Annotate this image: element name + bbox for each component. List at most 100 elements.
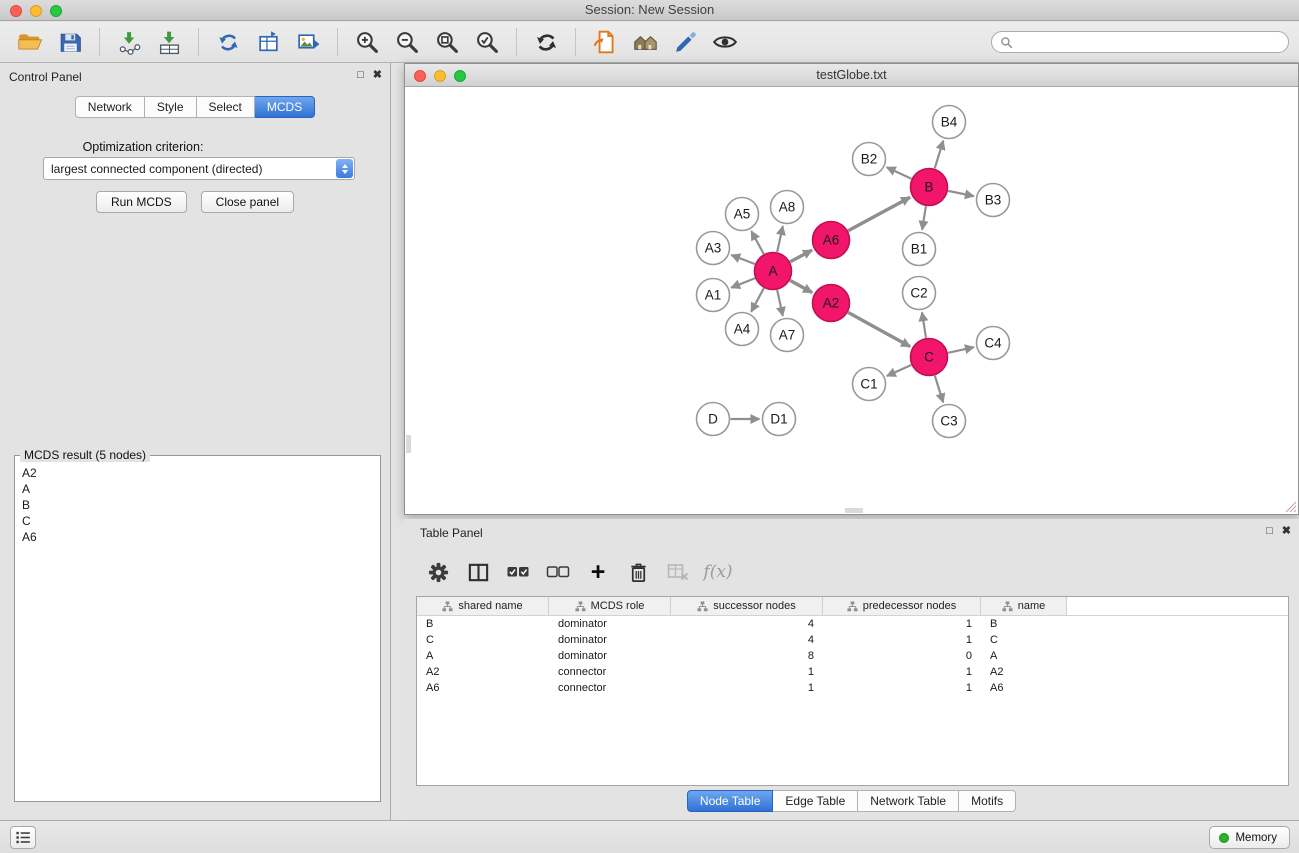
save-session-button[interactable] [53,26,87,58]
column-header-shared-name[interactable]: shared name [417,597,549,615]
window-titlebar[interactable]: Session: New Session [0,0,1299,21]
network-node-C2[interactable]: C2 [903,277,936,310]
unselect-all-button[interactable] [542,557,574,587]
search-input[interactable] [1018,35,1280,49]
network-edge-B-B4[interactable] [935,141,944,169]
table-row[interactable]: A6connector11A6 [417,680,1288,696]
add-row-button[interactable]: + [582,557,614,587]
network-edge-A-A7[interactable] [777,290,783,316]
resize-grip-icon[interactable] [1283,499,1297,513]
search-field[interactable] [991,31,1289,53]
network-node-C[interactable]: C [911,339,948,376]
network-graph[interactable]: B4B2BB3A5A8A6A3B1AC2A1A2A4A7C4CC1C3DD1 [405,87,1298,515]
column-header-predecessor-nodes[interactable]: predecessor nodes [823,597,981,615]
show-hide-details-button[interactable] [708,26,742,58]
network-edge-A-A1[interactable] [731,278,755,288]
network-node-A3[interactable]: A3 [697,232,730,265]
network-edge-C-C1[interactable] [887,365,911,376]
float-panel-icon[interactable]: □ [357,69,364,82]
table-row[interactable]: A2connector11A2 [417,664,1288,680]
table-options-button[interactable] [422,557,454,587]
close-window-button[interactable] [10,5,22,17]
column-header-successor-nodes[interactable]: successor nodes [671,597,823,615]
close-panel-icon[interactable]: ✖ [1282,525,1291,538]
select-all-button[interactable] [502,557,534,587]
network-canvas[interactable]: B4B2BB3A5A8A6A3B1AC2A1A2A4A7C4CC1C3DD1 [405,87,1298,514]
network-edge-A-A4[interactable] [751,288,764,312]
new-network-button[interactable] [211,26,245,58]
horizontal-scroll-hint[interactable] [845,508,863,513]
zoom-window-button[interactable] [50,5,62,17]
network-node-A7[interactable]: A7 [771,319,804,352]
memory-button[interactable]: Memory [1209,826,1290,849]
close-panel-icon[interactable]: ✖ [373,69,382,82]
table-row[interactable]: Bdominator41B [417,616,1288,632]
network-edge-B-B3[interactable] [948,191,974,196]
delete-row-button[interactable] [622,557,654,587]
result-item[interactable]: B [22,497,373,513]
network-edge-A6-B[interactable] [848,197,910,230]
network-edge-A-A8[interactable] [777,226,783,252]
show-column-button[interactable] [462,557,494,587]
tab-edge-table[interactable]: Edge Table [773,790,858,812]
zoom-network-window-button[interactable] [454,70,466,82]
zoom-in-button[interactable] [350,26,384,58]
network-edge-C-C3[interactable] [935,376,943,403]
zoom-out-button[interactable] [390,26,424,58]
zoom-selected-button[interactable] [470,26,504,58]
node-table[interactable]: shared nameMCDS rolesuccessor nodesprede… [416,596,1289,786]
network-edge-C-C2[interactable] [922,312,926,337]
new-table-button[interactable] [251,26,285,58]
network-node-C4[interactable]: C4 [977,327,1010,360]
network-node-A6[interactable]: A6 [813,222,850,259]
open-file-button[interactable] [13,26,47,58]
network-node-A[interactable]: A [755,253,792,290]
table-row[interactable]: Cdominator41C [417,632,1288,648]
network-edge-B-B2[interactable] [887,167,912,179]
home-button[interactable] [628,26,662,58]
close-panel-button[interactable]: Close panel [201,191,294,213]
network-node-B2[interactable]: B2 [853,143,886,176]
tab-mcds[interactable]: MCDS [255,96,315,118]
tab-node-table[interactable]: Node Table [687,790,774,812]
optimization-criterion-dropdown[interactable]: largest connected component (directed) [43,157,355,180]
network-edge-B-B1[interactable] [922,206,926,229]
network-edge-A-A5[interactable] [751,231,763,254]
result-item[interactable]: A6 [22,529,373,545]
network-edge-C-C4[interactable] [948,347,974,353]
column-header-mcds-role[interactable]: MCDS role [549,597,671,615]
show-panel-list-button[interactable] [10,826,36,849]
tab-network[interactable]: Network [75,96,145,118]
tab-motifs[interactable]: Motifs [959,790,1016,812]
import-network-button[interactable] [112,26,146,58]
column-header-name[interactable]: name [981,597,1067,615]
network-node-A4[interactable]: A4 [726,313,759,346]
result-item[interactable]: A [22,481,373,497]
network-edge-A-A6[interactable] [790,250,812,262]
function-builder-button[interactable]: f(x) [702,557,734,587]
result-item[interactable]: A2 [22,465,373,481]
network-node-B3[interactable]: B3 [977,184,1010,217]
tab-select[interactable]: Select [197,96,255,118]
tab-style[interactable]: Style [145,96,197,118]
network-edge-A2-C[interactable] [848,312,910,346]
network-edge-A-A2[interactable] [790,280,812,292]
zoom-fit-button[interactable] [430,26,464,58]
apply-style-button[interactable] [668,26,702,58]
vertical-scroll-hint[interactable] [406,435,411,453]
network-edge-A-A3[interactable] [731,255,755,264]
minimize-window-button[interactable] [30,5,42,17]
float-panel-icon[interactable]: □ [1266,525,1273,538]
network-node-A5[interactable]: A5 [726,198,759,231]
network-node-C3[interactable]: C3 [933,405,966,438]
network-node-A8[interactable]: A8 [771,191,804,224]
network-node-B[interactable]: B [911,169,948,206]
result-item[interactable]: C [22,513,373,529]
tab-network-table[interactable]: Network Table [858,790,959,812]
open-recent-file-button[interactable] [588,26,622,58]
network-node-A2[interactable]: A2 [813,285,850,322]
refresh-view-button[interactable] [529,26,563,58]
close-network-window-button[interactable] [414,70,426,82]
network-node-B4[interactable]: B4 [933,106,966,139]
delete-table-button[interactable] [662,557,694,587]
